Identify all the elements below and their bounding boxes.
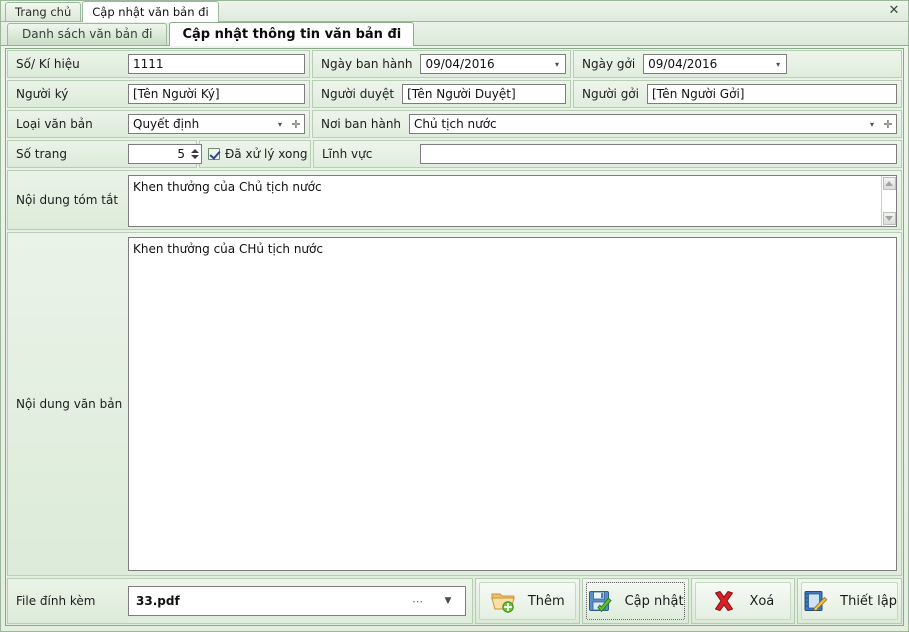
linh-vuc-input[interactable]: [420, 144, 897, 164]
inner-tab-update-document-info[interactable]: Cập nhật thông tin văn bản đi: [169, 22, 415, 46]
form-row-body: Nội dung văn bản: [6, 231, 903, 577]
application-window: Trang chủ Cập nhật văn bản đi ✕ Danh sác…: [0, 0, 909, 632]
checkbox-checked-icon[interactable]: [208, 148, 220, 160]
so-trang-stepper[interactable]: 5: [128, 144, 202, 164]
loai-van-ban-value: Quyết định: [133, 117, 200, 131]
label-ngay-goi: Ngày gởi: [582, 57, 636, 71]
chevron-down-icon[interactable]: ▾: [272, 120, 288, 129]
outer-tab-bar: Trang chủ Cập nhật văn bản đi ✕: [1, 1, 908, 22]
ngay-goi-datepicker[interactable]: 09/04/2016 ▾: [643, 54, 788, 74]
field-nguoi-duyet: Người duyệt: [312, 80, 571, 108]
form-row-3: Loại văn bản Quyết định ▾ ✛ Nơi ban hành…: [6, 109, 903, 139]
settings-button[interactable]: Thiết lập: [797, 578, 902, 624]
chevron-down-icon[interactable]: ▾: [864, 120, 880, 129]
chevron-down-icon[interactable]: ▾: [549, 60, 565, 69]
outer-tab-home[interactable]: Trang chủ: [5, 2, 82, 21]
field-da-xu-ly-xong: Đã xử lý xong: [199, 140, 311, 168]
scroll-up-icon[interactable]: [882, 177, 896, 190]
nguoi-duyet-input[interactable]: [402, 84, 566, 104]
delete-button-label: Xoá: [749, 593, 775, 609]
action-button-bar: Thêm Cập nhật Xoá Thiết lập: [474, 577, 903, 625]
label-noi-ban-hanh: Nơi ban hành: [321, 117, 402, 131]
close-icon[interactable]: ✕: [887, 4, 901, 18]
chevron-down-icon[interactable]: ▼: [431, 596, 465, 606]
add-button[interactable]: Thêm: [475, 578, 580, 624]
field-noi-dung-van-ban: Nội dung văn bản: [7, 232, 902, 576]
loai-van-ban-combobox[interactable]: Quyết định ▾ ✛: [128, 114, 305, 134]
label-noi-dung-van-ban: Nội dung văn bản: [8, 233, 128, 575]
inner-tab-bar: Danh sách văn bản đi Cập nhật thông tin …: [1, 22, 908, 46]
field-so-ki-hieu: Số/ Kí hiệu: [7, 50, 310, 78]
file-dinh-kem-value: 33.pdf: [136, 594, 180, 608]
inner-tab-document-list[interactable]: Danh sách văn bản đi: [7, 23, 168, 45]
label-da-xu-ly-xong: Đã xử lý xong: [225, 147, 308, 161]
noi-dung-tom-tat-textarea[interactable]: [129, 176, 882, 226]
da-xu-ly-xong-checkbox[interactable]: Đã xử lý xong: [200, 147, 308, 161]
chevron-down-icon[interactable]: ▾: [770, 60, 786, 69]
so-trang-stepper-buttons[interactable]: [189, 145, 201, 163]
noi-ban-hanh-combobox[interactable]: Chủ tịch nước ▾ ✛: [409, 114, 897, 134]
field-ngay-ban-hanh: Ngày ban hành 09/04/2016 ▾: [312, 50, 571, 78]
label-loai-van-ban: Loại văn bản: [8, 111, 128, 137]
nguoi-goi-input[interactable]: [646, 84, 897, 104]
add-loai-van-ban-icon[interactable]: ✛: [288, 119, 304, 130]
ngay-goi-value: 09/04/2016: [648, 57, 718, 71]
file-dinh-kem-combobox[interactable]: 33.pdf ⋯ ▼: [128, 586, 466, 616]
ngay-ban-hanh-value: 09/04/2016: [425, 57, 495, 71]
delete-button[interactable]: Xoá: [690, 578, 796, 624]
update-button[interactable]: Cập nhật: [581, 578, 689, 624]
browse-file-icon[interactable]: ⋯: [405, 595, 431, 608]
field-loai-van-ban: Loại văn bản Quyết định ▾ ✛: [7, 110, 310, 138]
delete-x-icon: [711, 589, 737, 613]
field-linh-vuc: Lĩnh vực: [313, 140, 902, 168]
noi-ban-hanh-value: Chủ tịch nước: [414, 117, 497, 131]
add-noi-ban-hanh-icon[interactable]: ✛: [880, 119, 896, 130]
form-row-summary: Nội dung tóm tắt: [6, 169, 903, 231]
scroll-down-icon[interactable]: [882, 212, 896, 225]
form-row-4: Số trang 5 Đã xử lý xong Lĩnh vực: [6, 139, 903, 169]
form-row-1: Số/ Kí hiệu Ngày ban hành 09/04/2016 ▾ N…: [6, 49, 903, 79]
field-nguoi-ky: Người ký: [7, 80, 310, 108]
label-nguoi-goi: Người gởi: [582, 87, 639, 101]
field-nguoi-goi: Người gởi: [573, 80, 902, 108]
ngay-ban-hanh-datepicker[interactable]: 09/04/2016 ▾: [420, 54, 566, 74]
so-ki-hieu-input[interactable]: [128, 54, 305, 74]
label-nguoi-duyet: Người duyệt: [321, 87, 395, 101]
update-button-label: Cập nhật: [624, 593, 684, 609]
label-ngay-ban-hanh: Ngày ban hành: [321, 57, 413, 71]
label-noi-dung-tom-tat: Nội dung tóm tắt: [8, 171, 128, 229]
folder-add-icon: [490, 589, 516, 613]
form-panel: Số/ Kí hiệu Ngày ban hành 09/04/2016 ▾ N…: [5, 48, 904, 626]
field-file-dinh-kem: File đính kèm 33.pdf ⋯ ▼: [7, 578, 473, 624]
form-row-actions: File đính kèm 33.pdf ⋯ ▼ Thêm Cập nhật X…: [6, 577, 903, 625]
label-so-ki-hieu: Số/ Kí hiệu: [8, 51, 128, 77]
field-noi-dung-tom-tat: Nội dung tóm tắt: [7, 170, 902, 230]
settings-button-label: Thiết lập: [840, 593, 897, 609]
outer-tab-update-outgoing-doc[interactable]: Cập nhật văn bản đi: [82, 1, 219, 22]
stepper-up-icon[interactable]: [191, 149, 199, 153]
so-trang-value: 5: [177, 147, 185, 161]
save-check-icon: [587, 589, 613, 613]
label-file-dinh-kem: File đính kèm: [8, 579, 128, 623]
add-button-label: Thêm: [527, 593, 565, 609]
noi-dung-van-ban-textarea[interactable]: [128, 237, 897, 571]
field-noi-ban-hanh: Nơi ban hành Chủ tịch nước ▾ ✛: [312, 110, 902, 138]
form-row-2: Người ký Người duyệt Người gởi: [6, 79, 903, 109]
noi-dung-tom-tat-scrollbar[interactable]: [881, 176, 896, 226]
settings-notebook-icon: [802, 589, 828, 613]
field-so-trang: Số trang 5: [7, 140, 202, 168]
stepper-down-icon[interactable]: [191, 155, 199, 159]
label-linh-vuc: Lĩnh vực: [322, 147, 373, 161]
field-ngay-goi: Ngày gởi 09/04/2016 ▾: [573, 50, 902, 78]
label-so-trang: Số trang: [8, 141, 128, 167]
nguoi-ky-input[interactable]: [128, 84, 305, 104]
label-nguoi-ky: Người ký: [8, 81, 128, 107]
